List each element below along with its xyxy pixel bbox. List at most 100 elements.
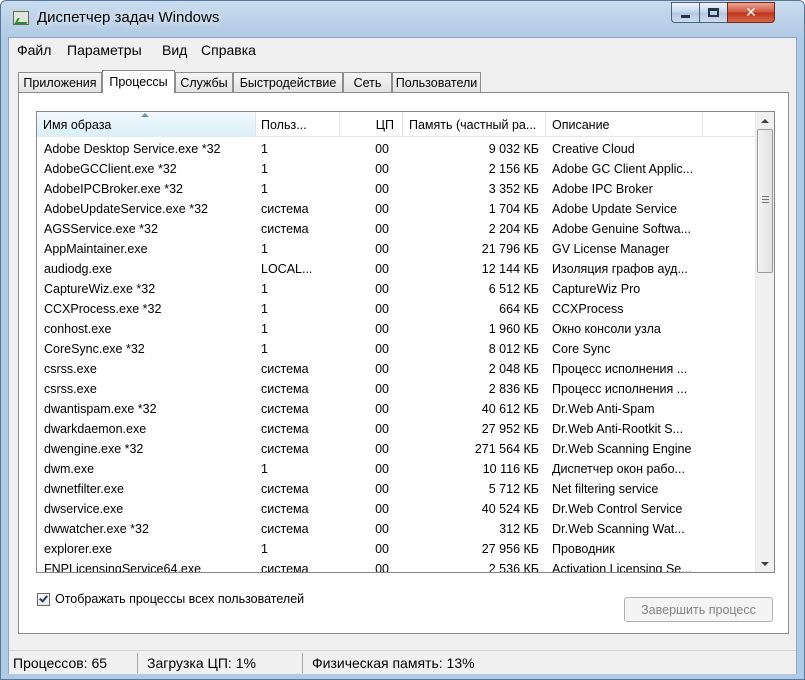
- close-button[interactable]: ✕: [727, 2, 775, 23]
- process-description: Dr.Web Scanning Wat...: [552, 522, 685, 536]
- column-header-description[interactable]: Описание: [546, 112, 703, 137]
- maximize-button[interactable]: [699, 2, 727, 23]
- end-process-button[interactable]: Завершить процесс: [624, 597, 773, 622]
- process-memory: 664 КБ: [499, 302, 539, 316]
- window-title: Диспетчер задач Windows: [37, 9, 220, 26]
- vertical-scrollbar[interactable]: [755, 112, 774, 572]
- tab-services[interactable]: Службы: [175, 72, 233, 92]
- table-row[interactable]: AGSService.exe *32 система 00 2 204 КБ Adobe…: [37, 220, 755, 240]
- process-image-name: CaptureWiz.exe *32: [44, 282, 156, 296]
- show-all-users-option[interactable]: Отображать процессы всех пользователей: [37, 591, 304, 607]
- table-row[interactable]: AppMaintainer.exe 1 00 21 796 КБ GV License …: [37, 240, 755, 260]
- process-description: Dr.Web Scanning Engine: [552, 442, 692, 456]
- process-description: Dr.Web Anti-Rootkit S...: [552, 422, 684, 436]
- process-memory: 21 796 КБ: [481, 242, 539, 256]
- table-row[interactable]: CCXProcess.exe *32 1 00 664 КБ CCXProcess: [37, 300, 755, 320]
- process-user: система: [261, 402, 309, 416]
- menu-file[interactable]: Файл: [17, 42, 51, 58]
- show-all-users-checkbox[interactable]: [37, 592, 50, 606]
- process-cpu: 00: [375, 242, 389, 256]
- process-image-name: dwantispam.exe *32: [44, 402, 157, 416]
- process-cpu: 00: [375, 402, 389, 416]
- table-row[interactable]: dwnetfilter.exe система 00 5 712 КБ Net filt…: [37, 480, 755, 500]
- process-description: Проводник: [552, 542, 615, 556]
- process-description: Процесс исполнения ...: [552, 362, 688, 376]
- process-user: 1: [261, 282, 268, 296]
- arrow-up-icon: [761, 118, 769, 123]
- menu-view[interactable]: Вид: [162, 42, 187, 58]
- process-memory: 312 КБ: [499, 522, 539, 536]
- process-description: Core Sync: [552, 342, 611, 356]
- table-row[interactable]: dwservice.exe система 00 40 524 КБ Dr.Web Co…: [37, 500, 755, 520]
- table-row[interactable]: explorer.exe 1 00 27 956 КБ Проводник: [37, 540, 755, 560]
- table-row[interactable]: audiodg.exe LOCAL... 00 12 144 КБ Изоляция г…: [37, 260, 755, 280]
- table-row[interactable]: conhost.exe 1 00 1 960 КБ Окно консоли узла: [37, 320, 755, 340]
- status-separator: [302, 653, 303, 673]
- table-row[interactable]: Adobe Desktop Service.exe *32 1 00 9 032 КБ…: [37, 140, 755, 160]
- scroll-up-button[interactable]: [756, 112, 774, 129]
- table-row[interactable]: AdobeGCClient.exe *32 1 00 2 156 КБ Adobe GC…: [37, 160, 755, 180]
- scroll-down-button[interactable]: [756, 555, 774, 572]
- process-cpu: 00: [375, 562, 389, 573]
- status-process-count: Процессов: 65: [13, 655, 108, 671]
- process-rows: Adobe Desktop Service.exe *32 1 00 9 032 КБ…: [37, 140, 755, 573]
- column-header-user[interactable]: Польз...: [256, 112, 340, 137]
- process-user: система: [261, 502, 309, 516]
- table-row[interactable]: FNPLicensingService64.exe система 00 2 536 …: [37, 560, 755, 573]
- process-user: 1: [261, 182, 268, 196]
- process-image-name: dwservice.exe: [44, 502, 124, 516]
- process-description: Изоляция графов ауд...: [552, 262, 688, 276]
- column-header-image-name[interactable]: Имя образа: [37, 112, 256, 137]
- table-row[interactable]: csrss.exe система 00 2 836 КБ Процесс исполн…: [37, 380, 755, 400]
- process-user: 1: [261, 162, 268, 176]
- process-memory: 3 352 КБ: [488, 182, 539, 196]
- menu-options[interactable]: Параметры: [67, 42, 142, 58]
- table-row[interactable]: dwantispam.exe *32 система 00 40 612 КБ Dr.W…: [37, 400, 755, 420]
- table-row[interactable]: AdobeUpdateService.exe *32 система 00 1 704…: [37, 200, 755, 220]
- process-user: система: [261, 382, 309, 396]
- column-header-cpu[interactable]: ЦП: [340, 112, 403, 137]
- process-image-name: dwarkdaemon.exe: [44, 422, 147, 436]
- process-user: система: [261, 442, 309, 456]
- process-list[interactable]: Имя образа Польз... ЦП Память (частный р…: [36, 111, 775, 573]
- maximize-icon: [708, 8, 719, 17]
- process-image-name: CoreSync.exe *32: [44, 342, 145, 356]
- process-description: Dr.Web Anti-Spam: [552, 402, 655, 416]
- table-row[interactable]: CoreSync.exe *32 1 00 8 012 КБ Core Sync: [37, 340, 755, 360]
- process-memory: 9 032 КБ: [488, 142, 539, 156]
- process-memory: 27 956 КБ: [481, 542, 539, 556]
- checkmark-icon: [39, 592, 48, 603]
- table-row[interactable]: csrss.exe система 00 2 048 КБ Процесс исполн…: [37, 360, 755, 380]
- process-description: Creative Cloud: [552, 142, 635, 156]
- tab-users[interactable]: Пользователи: [392, 72, 481, 92]
- process-memory: 5 712 КБ: [488, 482, 539, 496]
- table-row[interactable]: CaptureWiz.exe *32 1 00 6 512 КБ CaptureWiz …: [37, 280, 755, 300]
- process-cpu: 00: [375, 322, 389, 336]
- process-description: Окно консоли узла: [552, 322, 661, 336]
- table-row[interactable]: dwarkdaemon.exe система 00 27 952 КБ Dr.Web …: [37, 420, 755, 440]
- scroll-thumb[interactable]: [757, 129, 773, 273]
- tab-processes[interactable]: Процессы: [102, 70, 175, 93]
- menu-help[interactable]: Справка: [201, 42, 256, 58]
- minimize-button[interactable]: [671, 2, 699, 23]
- process-image-name: dwnetfilter.exe: [44, 482, 124, 496]
- process-cpu: 00: [375, 462, 389, 476]
- show-all-users-label[interactable]: Отображать процессы всех пользователей: [55, 592, 304, 606]
- table-row[interactable]: dwwatcher.exe *32 система 00 312 КБ Dr.Web S…: [37, 520, 755, 540]
- column-header-memory[interactable]: Память (частный ра...: [403, 112, 546, 137]
- tab-performance[interactable]: Быстродействие: [233, 72, 343, 92]
- title-bar[interactable]: Диспетчер задач Windows ✕: [1, 1, 804, 37]
- table-row[interactable]: AdobeIPCBroker.exe *32 1 00 3 352 КБ Adobe I…: [37, 180, 755, 200]
- process-cpu: 00: [375, 422, 389, 436]
- process-image-name: dwm.exe: [44, 462, 95, 476]
- tab-network[interactable]: Сеть: [343, 72, 392, 92]
- tab-applications[interactable]: Приложения: [18, 72, 102, 92]
- process-user: LOCAL...: [261, 262, 313, 276]
- table-row[interactable]: dwengine.exe *32 система 00 271 564 КБ Dr.We…: [37, 440, 755, 460]
- table-row[interactable]: dwm.exe 1 00 10 116 КБ Диспетчер окон рабо..…: [37, 460, 755, 480]
- process-user: 1: [261, 242, 268, 256]
- process-cpu: 00: [375, 282, 389, 296]
- process-image-name: dwwatcher.exe *32: [44, 522, 149, 536]
- process-description: Adobe GC Client Applic...: [552, 162, 694, 176]
- process-description: CaptureWiz Pro: [552, 282, 641, 296]
